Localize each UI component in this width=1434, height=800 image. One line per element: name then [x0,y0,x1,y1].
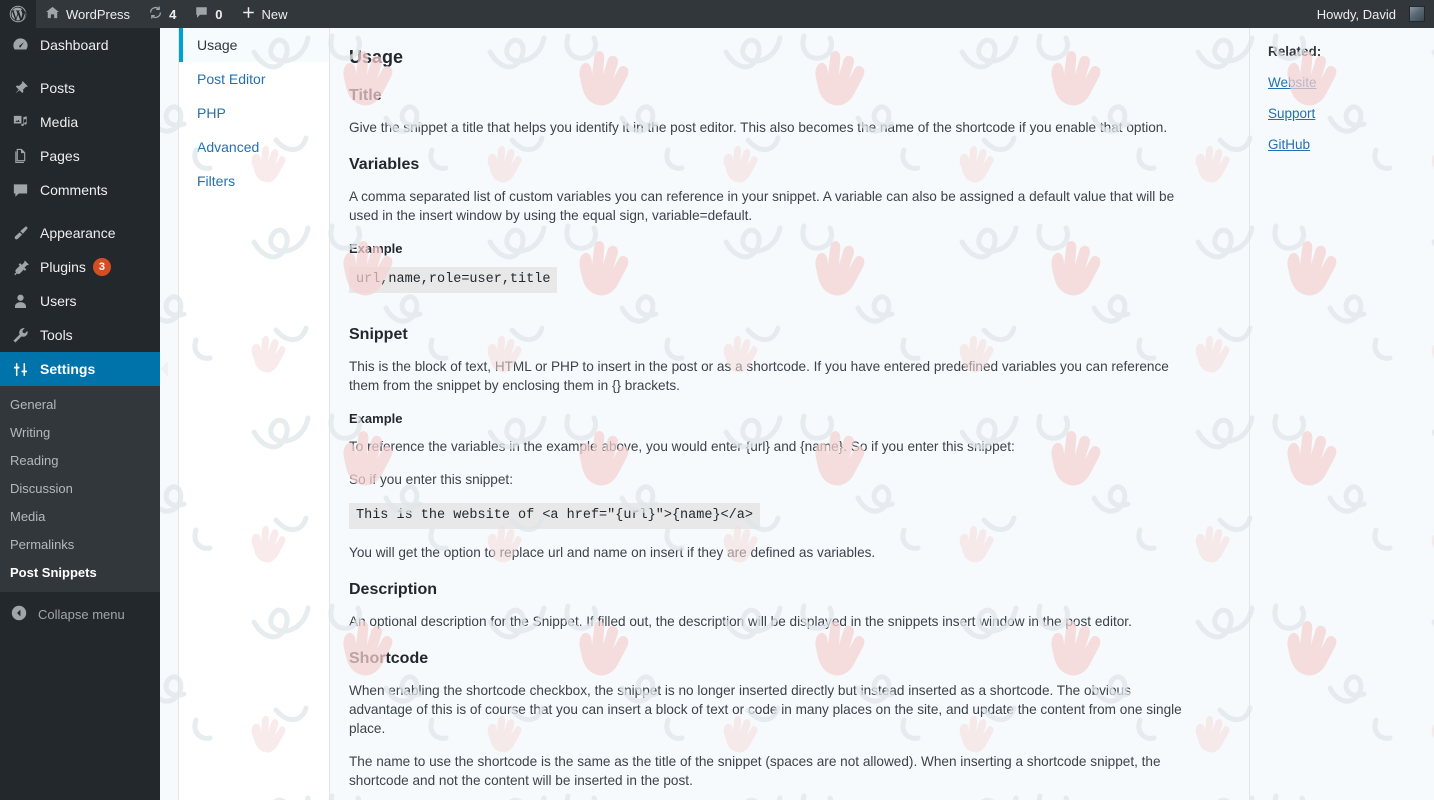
section-paragraph: Give the snippet a title that helps you … [349,120,1168,135]
section-paragraph: When enabling the shortcode checkbox, th… [349,683,1182,736]
submenu-item-discussion[interactable]: Discussion [0,475,160,503]
updates-count: 4 [169,6,177,22]
comments-menu[interactable]: 0 [185,0,231,28]
snippet-code-example: This is the website of <a href="{url}">{… [349,503,760,529]
menu-separator [0,62,160,71]
sidebar-item-label: Plugins [40,259,86,275]
comment-bubble-icon [10,180,30,200]
plus-icon [241,5,256,23]
sidebar-item-label: Tools [40,327,73,343]
wrench-icon [10,325,30,345]
collapse-menu-button[interactable]: Collapse menu [0,597,160,631]
submenu-item-general[interactable]: General [0,391,160,419]
sidebar-item-comments[interactable]: Comments [0,173,160,207]
sidebar-item-label: Pages [40,148,80,164]
section-paragraph: So if you enter this snippet: [349,472,513,487]
section-paragraph: A comma separated list of custom variabl… [349,189,1175,223]
tab-post-editor[interactable]: Post Editor [179,62,329,96]
section-paragraph: The name to use the shortcode is the sam… [349,754,1161,788]
sidebar-item-label: Media [40,114,79,130]
tab-filters[interactable]: Filters [179,164,329,198]
updates-icon [148,5,163,23]
submenu-item-reading[interactable]: Reading [0,447,160,475]
sidebar-item-dashboard[interactable]: Dashboard [0,28,160,62]
sidebar-item-label: Dashboard [40,37,109,53]
admin-sidebar-menu: Dashboard Posts Media Pages Comments App… [0,28,168,800]
submenu-item-post-snippets[interactable]: Post Snippets [0,559,160,587]
my-account-menu[interactable]: Howdy, David [1308,0,1434,28]
section-title-title: Title [349,87,382,104]
updates-menu[interactable]: 4 [139,0,185,28]
admin-bar: WordPress 4 0 New Howdy, David [0,0,1434,28]
site-name-label: WordPress [66,6,131,22]
section-paragraph: You will get the option to replace url a… [349,545,876,560]
chevron-left-circle-icon [10,604,28,625]
example-label: Example [349,241,403,256]
settings-tab-nav: Usage Post Editor PHP Advanced Filters [178,28,330,800]
example-label: Example [349,411,403,426]
related-links-panel: Related: Website Support GitHub [1249,28,1434,800]
pin-icon [10,78,30,98]
sidebar-item-users[interactable]: Users [0,284,160,318]
settings-submenu: General Writing Reading Discussion Media… [0,386,160,592]
page-title: Usage [349,47,404,67]
sidebar-item-media[interactable]: Media [0,105,160,139]
comment-bubble-icon [194,5,209,23]
sidebar-item-plugins[interactable]: Plugins 3 [0,250,160,284]
usage-documentation: Usage Title Give the snippet a title tha… [331,28,1249,800]
section-title-variables: Variables [349,156,420,173]
sidebar-item-label: Users [40,293,77,309]
sidebar-item-settings[interactable]: Settings [0,352,168,386]
menu-separator [0,207,160,216]
admin-bar-right: Howdy, David [1308,0,1434,28]
section-paragraph: This is the block of text, HTML or PHP t… [349,359,1169,393]
tab-advanced[interactable]: Advanced [179,130,329,164]
plug-icon [10,257,30,277]
sidebar-item-pages[interactable]: Pages [0,139,160,173]
site-name-menu[interactable]: WordPress [36,0,139,28]
related-link-support[interactable]: Support [1268,106,1315,121]
sidebar-item-tools[interactable]: Tools [0,318,160,352]
home-icon [45,5,60,23]
submenu-item-media[interactable]: Media [0,503,160,531]
left-gutter [160,28,178,800]
sidebar-item-label: Appearance [40,225,116,241]
wordpress-logo-icon [9,5,27,23]
user-icon [10,291,30,311]
sidebar-item-label: Settings [40,361,96,377]
pages-icon [10,146,30,166]
brush-icon [10,223,30,243]
howdy-label: Howdy, David [1316,6,1396,22]
wp-logo-menu[interactable] [0,0,36,28]
tab-usage[interactable]: Usage [179,28,329,62]
avatar [1409,6,1425,22]
new-content-menu[interactable]: New [232,0,297,28]
plugins-update-badge: 3 [92,258,111,276]
submenu-item-writing[interactable]: Writing [0,419,160,447]
page-body: Usage Post Editor PHP Advanced Filters U… [160,28,1434,800]
new-label: New [261,6,288,22]
section-paragraph: An optional description for the Snippet.… [349,614,1132,629]
comments-count: 0 [215,6,223,22]
media-icon [10,112,30,132]
sidebar-item-appearance[interactable]: Appearance [0,216,160,250]
sidebar-item-label: Comments [40,182,108,198]
submenu-item-permalinks[interactable]: Permalinks [0,531,160,559]
sidebar-item-posts[interactable]: Posts [0,71,160,105]
section-title-shortcode: Shortcode [349,650,429,667]
variables-code-example: url,name,role=user,title [349,267,558,293]
settings-sliders-icon [10,359,30,379]
section-title-snippet: Snippet [349,326,408,343]
related-link-github[interactable]: GitHub [1268,137,1310,152]
section-paragraph: To reference the variables in the exampl… [349,439,1015,454]
section-title-description: Description [349,581,438,598]
tab-php[interactable]: PHP [179,96,329,130]
dashboard-icon [10,35,30,55]
related-title: Related: [1268,44,1322,59]
related-link-website[interactable]: Website [1268,75,1317,90]
sidebar-item-label: Posts [40,80,76,96]
collapse-menu-label: Collapse menu [38,606,125,622]
